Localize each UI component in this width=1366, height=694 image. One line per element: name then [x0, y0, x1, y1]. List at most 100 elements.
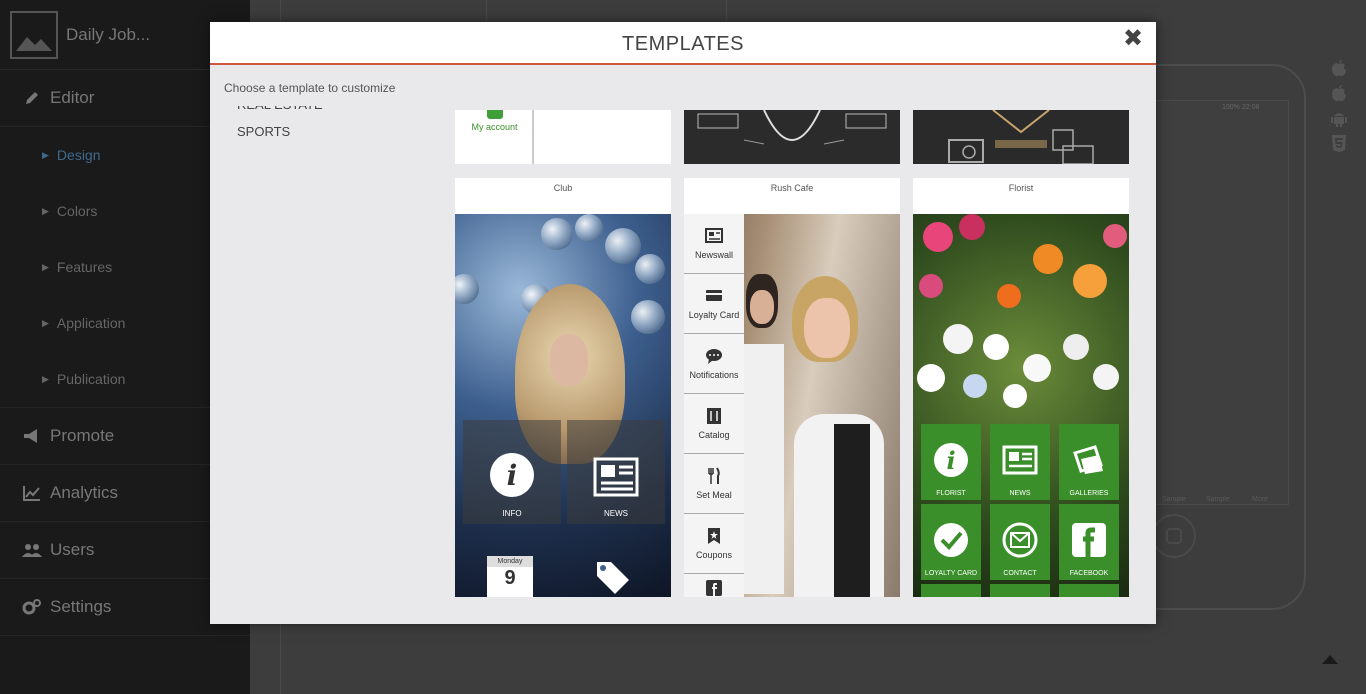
tile-label: CONTACT	[1003, 570, 1037, 577]
menu-item: Notifications	[684, 334, 744, 394]
android-icon[interactable]	[1331, 110, 1347, 127]
tile-info: i INFO	[463, 420, 561, 524]
jewelry-preview	[913, 110, 1129, 164]
menu-label: Set Meal	[696, 489, 732, 500]
menu-label: Coupons	[695, 549, 733, 560]
guide-line	[486, 0, 487, 20]
apple-icon[interactable]	[1331, 85, 1347, 102]
newspaper-icon	[705, 228, 723, 244]
tile-galleries: GALLERIES	[1059, 424, 1119, 500]
florist-preview: i FLORIST NEWS GALLERIES LOYALTY CARD CO…	[913, 214, 1129, 597]
app-logo-icon	[10, 10, 58, 59]
html5-icon[interactable]	[1331, 135, 1347, 152]
chevron-right-icon: ▶	[42, 317, 49, 328]
template-card[interactable]: My account	[455, 110, 671, 164]
nav-label: Users	[50, 540, 95, 559]
menu-item: Newswall	[684, 214, 744, 274]
templates-modal: TEMPLATES ✖ Choose a template to customi…	[210, 22, 1156, 624]
tile-partial	[990, 584, 1050, 597]
tile-label: NEWS	[604, 509, 628, 518]
scroll-top-icon[interactable]	[1322, 655, 1338, 664]
nav-label: Analytics	[50, 483, 119, 502]
info-icon: i	[933, 442, 969, 478]
app-title: Daily Job...	[66, 24, 151, 44]
template-name: Club	[553, 183, 573, 193]
menu-item: Set Meal	[684, 454, 744, 514]
template-preview: My account	[455, 110, 534, 164]
phone-tab: Sample	[1162, 496, 1186, 503]
facebook-icon	[705, 580, 723, 596]
category-item[interactable]: SPORTS	[237, 118, 437, 145]
megaphone-icon	[22, 428, 42, 444]
chevron-right-icon: ▶	[42, 261, 49, 272]
fork-knife-icon	[705, 466, 723, 484]
template-card-florist[interactable]: Florist i FLORIST NEWS GALLERIES LOYALTY…	[913, 178, 1129, 597]
tile-florist: i FLORIST	[921, 424, 981, 500]
chalkboard-preview	[684, 110, 900, 164]
phone-tab: More	[1252, 496, 1268, 503]
phone-home-button	[1152, 514, 1196, 558]
close-icon[interactable]: ✖	[1122, 27, 1144, 51]
nav-sub-label: Design	[56, 147, 101, 163]
tile-news: NEWS	[567, 420, 665, 524]
menu-label: Loyalty Card	[688, 309, 740, 320]
chevron-right-icon: ▶	[42, 205, 49, 216]
users-icon	[22, 542, 42, 558]
menu-label: Notifications	[689, 369, 739, 380]
checkmark-icon	[933, 522, 969, 558]
menu-item: Loyalty Card	[684, 274, 744, 334]
photos-icon	[1071, 442, 1107, 478]
template-card[interactable]	[913, 110, 1129, 164]
tile-contact: CONTACT	[990, 504, 1050, 580]
speech-bubble-icon	[705, 348, 723, 364]
nav-sub-label: Features	[56, 259, 113, 275]
cafe-preview: Newswall Loyalty Card Notifications Cata…	[684, 214, 900, 597]
svg-text:i: i	[946, 446, 955, 475]
account-button-preview	[487, 110, 503, 119]
menu-item: Coupons	[684, 514, 744, 574]
category-item[interactable]: REAL ESTATE	[237, 106, 437, 118]
phone-screen	[1155, 100, 1289, 505]
tile-news: NEWS	[990, 424, 1050, 500]
credit-card-icon	[705, 288, 723, 304]
chevron-right-icon: ▶	[42, 373, 49, 384]
menu-item: Catalog	[684, 394, 744, 454]
menu-label: Catalog	[698, 429, 730, 440]
nav-sub-label: Application	[56, 315, 126, 331]
phone-tab: Sample	[1206, 496, 1230, 503]
chart-icon	[22, 485, 42, 501]
newspaper-icon	[593, 457, 639, 497]
platform-icons	[1329, 60, 1349, 152]
tile-label: LOYALTY CARD	[924, 570, 978, 577]
template-card[interactable]	[684, 110, 900, 164]
tile-label: FACEBOOK	[1069, 570, 1109, 577]
nav-sub-label: Colors	[56, 203, 98, 219]
cafe-menu: Newswall Loyalty Card Notifications Cata…	[684, 214, 744, 597]
mail-icon	[1002, 522, 1038, 558]
tile-label: INFO	[502, 509, 522, 518]
nav-sub-label: Publication	[56, 371, 126, 387]
info-icon: i	[490, 453, 534, 497]
calendar-month: Monday	[487, 556, 533, 567]
tile-facebook: FACEBOOK	[1059, 504, 1119, 580]
account-label: My account	[471, 122, 518, 132]
nav-label: Settings	[50, 597, 112, 616]
template-name: Florist	[1008, 183, 1034, 193]
guide-line	[726, 0, 727, 20]
template-card-rush-cafe[interactable]: Rush Cafe Newswall Loyalty Card Notifica…	[684, 178, 900, 597]
apple-icon[interactable]	[1331, 60, 1347, 77]
menu-label: Newswall	[694, 249, 733, 260]
gears-icon	[22, 599, 42, 615]
modal-header: TEMPLATES ✖	[210, 22, 1156, 65]
menu-item	[684, 574, 744, 597]
template-card-club[interactable]: Club i INFO NEWS Monday 9	[455, 178, 671, 597]
modal-subtitle: Choose a template to customize	[224, 81, 396, 95]
club-preview: i INFO NEWS Monday 9	[455, 214, 671, 597]
modal-title: TEMPLATES	[622, 33, 744, 55]
tile-label: FLORIST	[936, 490, 966, 497]
category-list: REAL ESTATE SPORTS	[237, 106, 437, 186]
phone-status: 100% 22:08	[1222, 104, 1260, 111]
calendar-icon: Monday 9	[487, 556, 533, 597]
tile-partial	[1059, 584, 1119, 597]
tile-label: GALLERIES	[1069, 490, 1109, 497]
